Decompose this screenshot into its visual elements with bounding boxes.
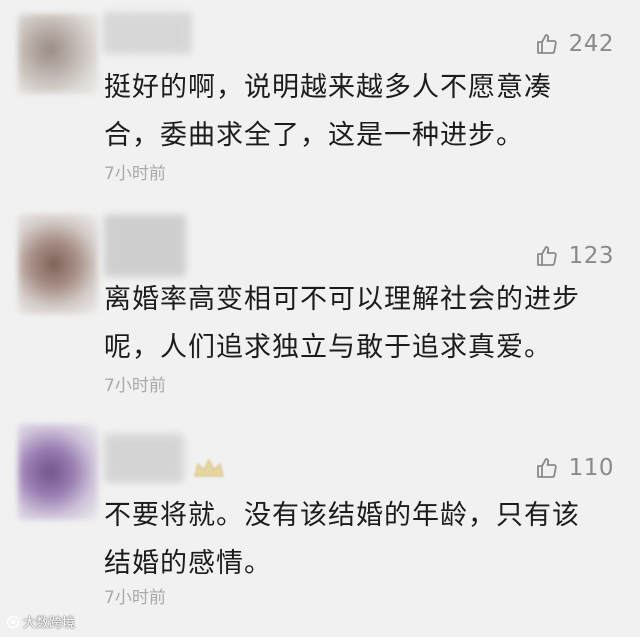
avatar[interactable] <box>18 424 98 520</box>
thumbs-up-icon <box>536 458 557 478</box>
like-button[interactable]: 110 <box>535 455 614 481</box>
like-button[interactable]: 242 <box>535 31 614 57</box>
like-count: 110 <box>568 455 614 481</box>
timestamp: 7小时前 <box>104 164 166 184</box>
watermark-text: 大数跨境 <box>23 616 76 631</box>
crown-badge-icon <box>194 458 224 477</box>
timestamp: 7小时前 <box>104 588 166 608</box>
watermark-logo-icon <box>6 615 20 628</box>
username[interactable] <box>104 214 186 276</box>
comment-text-line: 结婚的感情。 <box>104 548 272 579</box>
comment-text-line: 挺好的啊，说明越来越多人不愿意凑 <box>104 72 552 103</box>
comment-text-line: 呢，人们追求独立与敢于追求真爱。 <box>104 332 552 363</box>
comment-text: 挺好的啊，说明越来越多人不愿意凑 合，委曲求全了，这是一种进步。 <box>104 64 610 160</box>
comment-text-line: 合，委曲求全了，这是一种进步。 <box>104 120 524 151</box>
comment-text: 离婚率高变相可不可以理解社会的进步 呢，人们追求独立与敢于追求真爱。 <box>104 276 610 372</box>
like-count: 242 <box>568 31 614 57</box>
timestamp: 7小时前 <box>104 376 166 396</box>
username[interactable] <box>104 12 192 54</box>
thumbs-up-icon <box>536 246 557 266</box>
comment-text: 不要将就。没有该结婚的年龄，只有该 结婚的感情。 <box>104 492 610 588</box>
avatar[interactable] <box>18 214 98 314</box>
thumbs-up-icon <box>536 34 557 54</box>
username[interactable] <box>104 434 184 482</box>
like-button[interactable]: 123 <box>535 243 614 269</box>
comment-text-line: 离婚率高变相可不可以理解社会的进步 <box>104 284 580 315</box>
comment-text-line: 不要将就。没有该结婚的年龄，只有该 <box>104 500 580 531</box>
avatar[interactable] <box>18 14 98 94</box>
watermark: 大数跨境 <box>6 612 75 631</box>
like-count: 123 <box>568 243 614 269</box>
